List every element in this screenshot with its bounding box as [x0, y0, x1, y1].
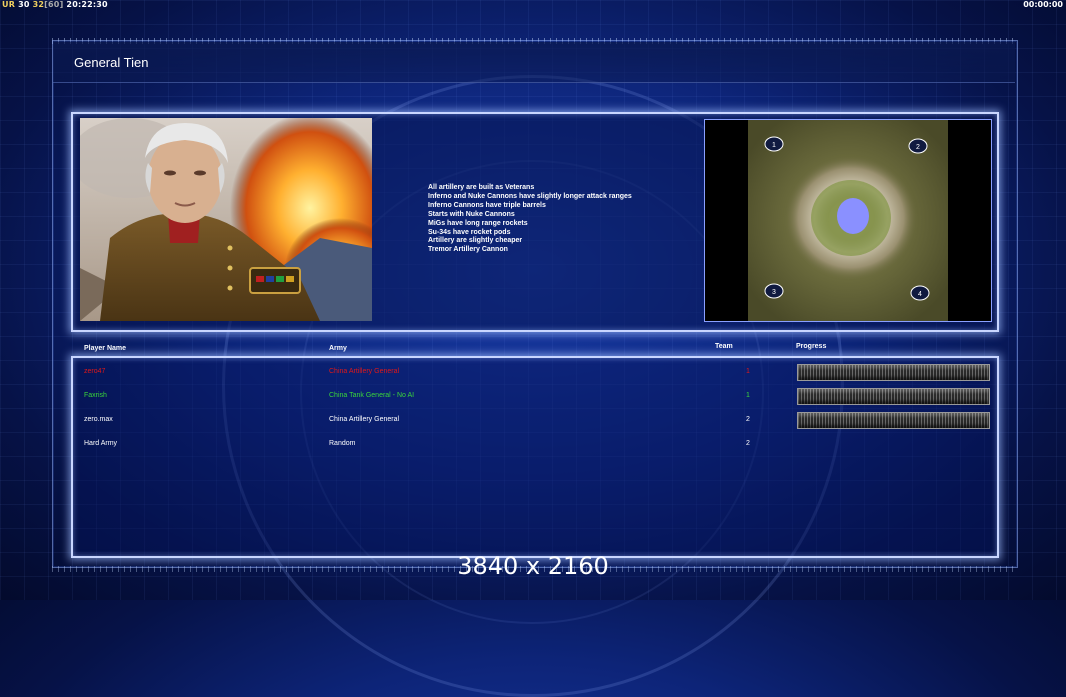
player-army: China Tank General - No AI: [329, 392, 415, 399]
hud-stats: UR 30 32[60] 20:22:30: [2, 0, 108, 9]
general-perk: Artillery are slightly cheaper: [428, 237, 523, 245]
player-army: Random: [329, 440, 356, 447]
player-name: zero.max: [84, 416, 113, 423]
start-position-label: 2: [916, 144, 920, 151]
team-header: Team: [715, 343, 733, 350]
hud-ur-label: UR: [2, 0, 16, 9]
hud-ur-value: 30: [18, 0, 30, 9]
general-description: All artillery are built as Veterans Infe…: [428, 184, 632, 255]
hud-clock: 20:22:30: [66, 0, 108, 9]
player-name: Faxrish: [84, 392, 107, 399]
player-team: 2: [746, 416, 750, 423]
resolution-label: 3840 x 2160: [457, 552, 609, 580]
general-perk: All artillery are built as Veterans: [428, 184, 535, 191]
hud-fps-cap: 60: [48, 0, 60, 9]
player-team: 1: [746, 368, 750, 375]
player-army: China Artillery General: [329, 416, 400, 423]
general-portrait: [80, 118, 372, 321]
player-name: Hard Army: [84, 440, 118, 447]
player-name-header: Player Name: [84, 345, 127, 352]
map-preview: 1 2 3 4: [704, 119, 992, 322]
player-team: 2: [746, 440, 750, 447]
player-progress-bar: [797, 412, 990, 429]
start-position-label: 3: [772, 289, 776, 296]
hud-fps: 32: [32, 0, 45, 9]
player-name: zero47: [84, 368, 106, 375]
map-preview-image: 1 2 3 4: [748, 120, 948, 321]
start-position-label: 4: [918, 291, 922, 298]
army-header: Army: [329, 345, 347, 352]
general-portrait-image: [80, 118, 372, 321]
general-perk: Inferno Cannons have triple barrels: [428, 201, 546, 209]
general-perk: Inferno and Nuke Cannons have slightly l…: [428, 192, 632, 200]
page-title: General Tien: [74, 55, 149, 70]
player-team: 1: [746, 392, 750, 399]
player-progress-bar: [797, 388, 990, 405]
general-perk: Starts with Nuke Cannons: [428, 210, 515, 218]
title-bar: [53, 42, 1015, 83]
progress-header: Progress: [796, 343, 827, 350]
general-perk: Tremor Artillery Cannon: [428, 246, 508, 254]
general-perk: MiGs have long range rockets: [428, 219, 528, 227]
hud-timer: 00:00:00: [1023, 0, 1063, 9]
general-perk: Su-34s have rocket pods: [428, 228, 511, 236]
player-army: China Artillery General: [329, 368, 400, 375]
players-panel: [71, 356, 999, 558]
player-progress-bar: [797, 364, 990, 381]
start-position-label: 1: [772, 142, 776, 149]
